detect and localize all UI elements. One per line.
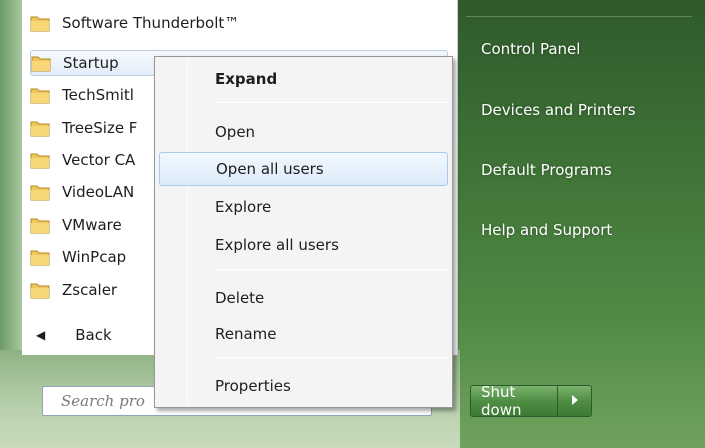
folder-icon (30, 216, 50, 234)
folder-icon (31, 54, 51, 72)
menu-item-explore[interactable]: Explore (159, 190, 448, 224)
menu-item-rename[interactable]: Rename (159, 317, 448, 351)
shutdown-button-group: Shut down (470, 385, 592, 417)
back-button[interactable]: ◀ Back (22, 320, 152, 350)
program-label: TreeSize F (62, 119, 138, 137)
program-label: WinPcap (62, 248, 127, 266)
folder-icon (30, 281, 50, 299)
right-link-devices-and-printers[interactable]: Devices and Printers (481, 101, 636, 119)
program-item-software-thunderbolt[interactable]: Software Thunderbolt™ (30, 10, 448, 36)
program-label: VideoLAN (62, 183, 135, 201)
folder-icon (30, 86, 50, 104)
right-link-control-panel[interactable]: Control Panel (481, 40, 580, 58)
menu-item-explore-all-users[interactable]: Explore all users (159, 228, 448, 262)
folder-icon (30, 14, 50, 32)
program-label: VMware (62, 216, 122, 234)
menu-item-expand[interactable]: Expand (159, 62, 448, 96)
shutdown-button[interactable]: Shut down (471, 386, 557, 416)
right-link-help-and-support[interactable]: Help and Support (481, 221, 612, 239)
right-pane-divider (466, 16, 692, 17)
context-menu: Expand Open Open all users Explore Explo… (154, 56, 453, 408)
folder-icon (30, 151, 50, 169)
menu-separator (213, 357, 448, 358)
right-link-default-programs[interactable]: Default Programs (481, 161, 612, 179)
back-label: Back (75, 326, 112, 344)
menu-item-open-all-users[interactable]: Open all users (159, 152, 448, 186)
shutdown-options-button[interactable] (557, 386, 591, 416)
program-label: TechSmitl (62, 86, 134, 104)
folder-icon (30, 248, 50, 266)
program-label: Software Thunderbolt™ (62, 14, 240, 32)
folder-icon (30, 183, 50, 201)
menu-item-delete[interactable]: Delete (159, 281, 448, 315)
menu-item-open[interactable]: Open (159, 115, 448, 149)
program-label: Zscaler (62, 281, 118, 299)
menu-separator (213, 102, 448, 103)
folder-icon (30, 119, 50, 137)
triangle-left-icon: ◀ (36, 328, 46, 342)
menu-item-properties[interactable]: Properties (159, 369, 448, 403)
program-label: Vector CA (62, 151, 136, 169)
menu-separator (213, 269, 448, 270)
triangle-right-icon (570, 392, 580, 410)
program-label: Startup (63, 54, 119, 72)
search-placeholder: Search pro (61, 392, 145, 410)
